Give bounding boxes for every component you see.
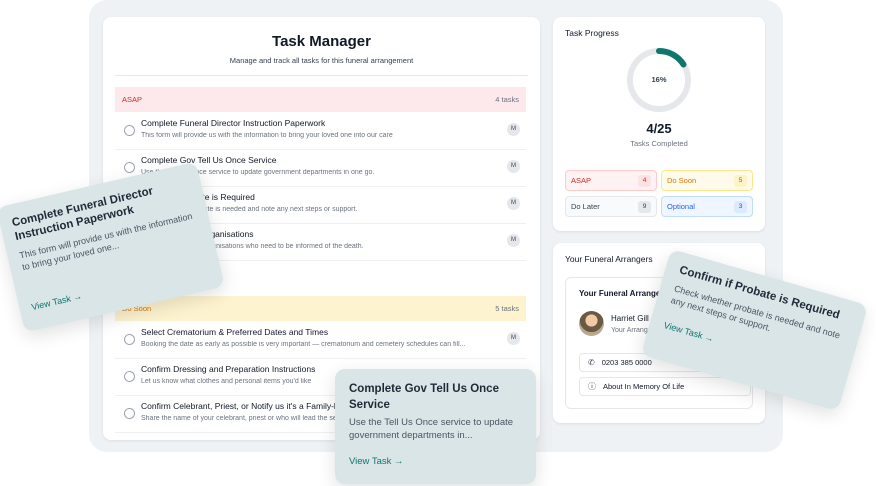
- task-progress-panel: Task Progress 16% 4/25 Tasks Completed A…: [553, 17, 765, 231]
- task-checkbox[interactable]: [124, 162, 135, 173]
- assignee-badge: M: [507, 234, 520, 247]
- assignee-badge: M: [507, 160, 520, 173]
- task-checkbox[interactable]: [124, 408, 135, 419]
- page-subtitle: Manage and track all tasks for this fune…: [229, 56, 414, 65]
- section-count: 4 tasks: [495, 95, 519, 104]
- chip-count: 4: [638, 174, 651, 187]
- page-title: Task Manager: [272, 33, 371, 50]
- view-task-link[interactable]: View Task →: [30, 291, 83, 312]
- chip-count: 3: [734, 200, 747, 213]
- arranger-name: Harriet Gill: [611, 314, 649, 323]
- chip-label: Optional: [667, 202, 695, 211]
- card-description: Use the Tell Us Once service to update g…: [349, 417, 514, 441]
- section-header-do-soon[interactable]: Do Soon 5 tasks: [115, 296, 526, 321]
- filter-chip-do-soon[interactable]: Do Soon 5: [661, 170, 753, 191]
- chip-label: Do Soon: [667, 176, 697, 185]
- progress-fraction-label: Tasks Completed: [630, 139, 688, 148]
- task-row[interactable]: Select Crematorium & Preferred Dates and…: [115, 322, 526, 359]
- task-title: Confirm Dressing and Preparation Instruc…: [141, 364, 316, 374]
- floating-task-card[interactable]: Complete Gov Tell Us Once Service Use th…: [335, 369, 536, 484]
- app-screen: Task Manager Manage and track all tasks …: [0, 0, 876, 486]
- chip-label: ASAP: [571, 176, 592, 185]
- progress-percent: 16%: [651, 75, 667, 84]
- section-header-asap[interactable]: ASAP 4 tasks: [115, 87, 526, 112]
- task-description: Booking the date as early as possible is…: [141, 341, 466, 348]
- task-description: This form will provide us with the infor…: [141, 132, 393, 139]
- section-count: 5 tasks: [495, 304, 519, 313]
- assignee-badge: M: [507, 123, 520, 136]
- view-task-link[interactable]: View Task →: [349, 456, 404, 467]
- avatar: [579, 311, 604, 336]
- filter-chip-do-later[interactable]: Do Later 9: [565, 196, 657, 217]
- filter-chip-optional[interactable]: Optional 3: [661, 196, 753, 217]
- view-task-link[interactable]: View Task →: [663, 320, 715, 344]
- task-title: Complete Funeral Director Instruction Pa…: [141, 118, 326, 128]
- phone-icon: ✆: [588, 358, 595, 367]
- task-description: Share the name of your celebrant, priest…: [141, 415, 352, 422]
- task-title: Complete Gov Tell Us Once Service: [141, 155, 277, 165]
- task-description: Let us know what clothes and personal it…: [141, 378, 312, 385]
- info-icon: ⓘ: [588, 382, 596, 391]
- arrangers-title: Your Funeral Arrangers: [565, 254, 653, 264]
- chip-count: 5: [734, 174, 747, 187]
- section-name: ASAP: [122, 95, 143, 104]
- assignee-badge: M: [507, 332, 520, 345]
- phone-number: 0203 385 0000: [601, 358, 652, 367]
- task-row[interactable]: Complete Funeral Director Instruction Pa…: [115, 113, 526, 150]
- memory-label: About In Memory Of Life: [603, 382, 685, 391]
- card-title: Complete Gov Tell Us Once Service: [349, 383, 499, 411]
- task-checkbox[interactable]: [124, 334, 135, 345]
- chip-count: 9: [638, 200, 651, 213]
- task-checkbox[interactable]: [124, 125, 135, 136]
- memory-of-life-button[interactable]: ⓘ About In Memory Of Life: [579, 377, 751, 396]
- task-checkbox[interactable]: [124, 371, 135, 382]
- arranger-card-title: Your Funeral Arranger: [579, 289, 664, 298]
- task-title: Select Crematorium & Preferred Dates and…: [141, 327, 329, 337]
- chip-label: Do Later: [571, 202, 600, 211]
- assignee-badge: M: [507, 197, 520, 210]
- progress-fraction: 4/25: [646, 121, 672, 136]
- filter-chip-asap[interactable]: ASAP 4: [565, 170, 657, 191]
- progress-title: Task Progress: [565, 28, 619, 38]
- divider: [115, 75, 528, 76]
